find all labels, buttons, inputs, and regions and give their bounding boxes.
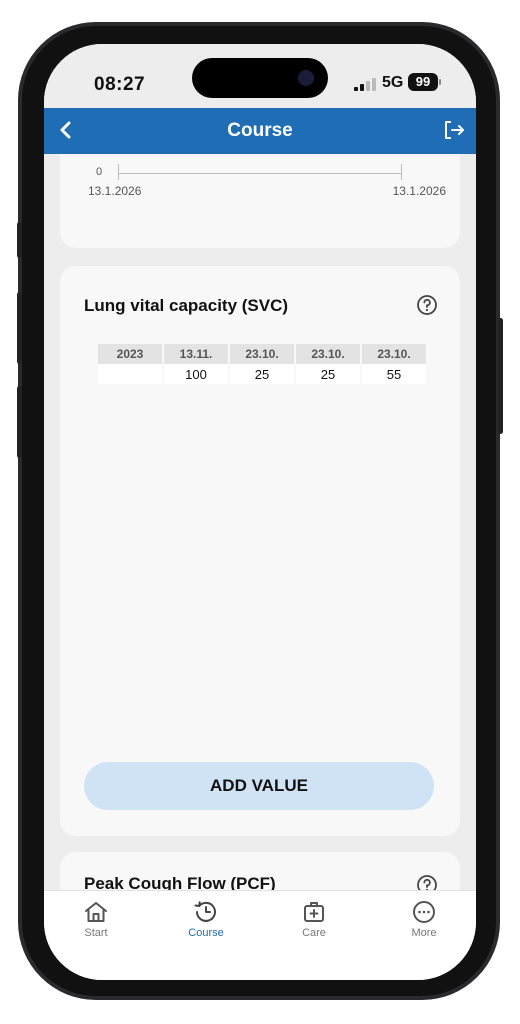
svc-title: Lung vital capacity (SVC) xyxy=(84,296,289,315)
status-bar: 08:27 5G 99 xyxy=(44,44,476,108)
scroll-content[interactable]: 0 13.1.2026 13.1.2026 Lung vital capacit… xyxy=(44,154,476,890)
x-axis-tick-end xyxy=(401,164,402,180)
side-button-volume-up xyxy=(17,292,22,364)
table-cell: 25 xyxy=(296,364,360,384)
table-cell: 25 xyxy=(230,364,294,384)
medical-kit-icon xyxy=(304,902,324,922)
table-row: 100 25 25 55 xyxy=(98,364,426,384)
tab-course[interactable]: Course xyxy=(166,899,246,939)
pcf-card: Peak Cough Flow (PCF) xyxy=(60,852,460,890)
battery-tip xyxy=(439,79,441,85)
side-button-action xyxy=(17,222,22,258)
tab-start[interactable]: Start xyxy=(56,899,136,939)
x-axis-date-start: 13.1.2026 xyxy=(88,184,142,198)
help-icon[interactable] xyxy=(416,294,438,316)
x-axis-tick-start xyxy=(118,164,119,180)
tab-label: Course xyxy=(188,927,224,939)
tab-label: More xyxy=(411,927,437,939)
svc-card: Lung vital capacity (SVC) 2023 13.11. 23… xyxy=(60,266,460,836)
page-title: Course xyxy=(227,120,293,141)
logout-icon[interactable] xyxy=(442,118,466,142)
pcf-title: Peak Cough Flow (PCF) xyxy=(84,874,276,890)
history-icon xyxy=(194,901,216,922)
x-axis-date-end: 13.1.2026 xyxy=(392,184,446,198)
side-button-power xyxy=(498,318,503,434)
tab-care[interactable]: Care xyxy=(274,899,354,939)
table-cell xyxy=(98,364,162,384)
tab-label: Care xyxy=(302,927,326,939)
x-axis-line xyxy=(118,173,402,174)
table-header-cell: 2023 xyxy=(98,344,162,364)
nav-bar: Course xyxy=(44,108,476,154)
help-icon[interactable] xyxy=(416,874,438,890)
battery-icon: 99 xyxy=(408,73,438,91)
table-cell: 55 xyxy=(362,364,426,384)
side-button-volume-down xyxy=(17,386,22,458)
dynamic-island xyxy=(192,58,328,98)
home-icon xyxy=(85,902,107,922)
more-icon xyxy=(413,901,435,923)
table-header-cell: 23.10. xyxy=(230,344,294,364)
table-header-cell: 13.11. xyxy=(164,344,228,364)
tab-label: Start xyxy=(84,927,108,939)
tab-more[interactable]: More xyxy=(384,899,464,939)
add-value-button[interactable]: ADD VALUE xyxy=(84,762,434,810)
network-label: 5G xyxy=(382,74,404,91)
svc-values-table: 2023 13.11. 23.10. 23.10. 23.10. 100 25 … xyxy=(96,344,428,384)
table-header-cell: 23.10. xyxy=(362,344,426,364)
camera-icon xyxy=(298,70,314,86)
table-header-row: 2023 13.11. 23.10. 23.10. 23.10. xyxy=(98,344,426,364)
screen: 08:27 5G 99 Course 0 13.1.2026 13.1.2026 xyxy=(44,44,476,980)
status-time: 08:27 xyxy=(94,74,146,95)
y-axis-zero-label: 0 xyxy=(96,166,103,178)
chart-card: 0 13.1.2026 13.1.2026 xyxy=(60,154,460,248)
signal-icon xyxy=(354,77,378,91)
tab-bar: Start Course Care More xyxy=(44,890,476,980)
table-header-cell: 23.10. xyxy=(296,344,360,364)
table-cell: 100 xyxy=(164,364,228,384)
